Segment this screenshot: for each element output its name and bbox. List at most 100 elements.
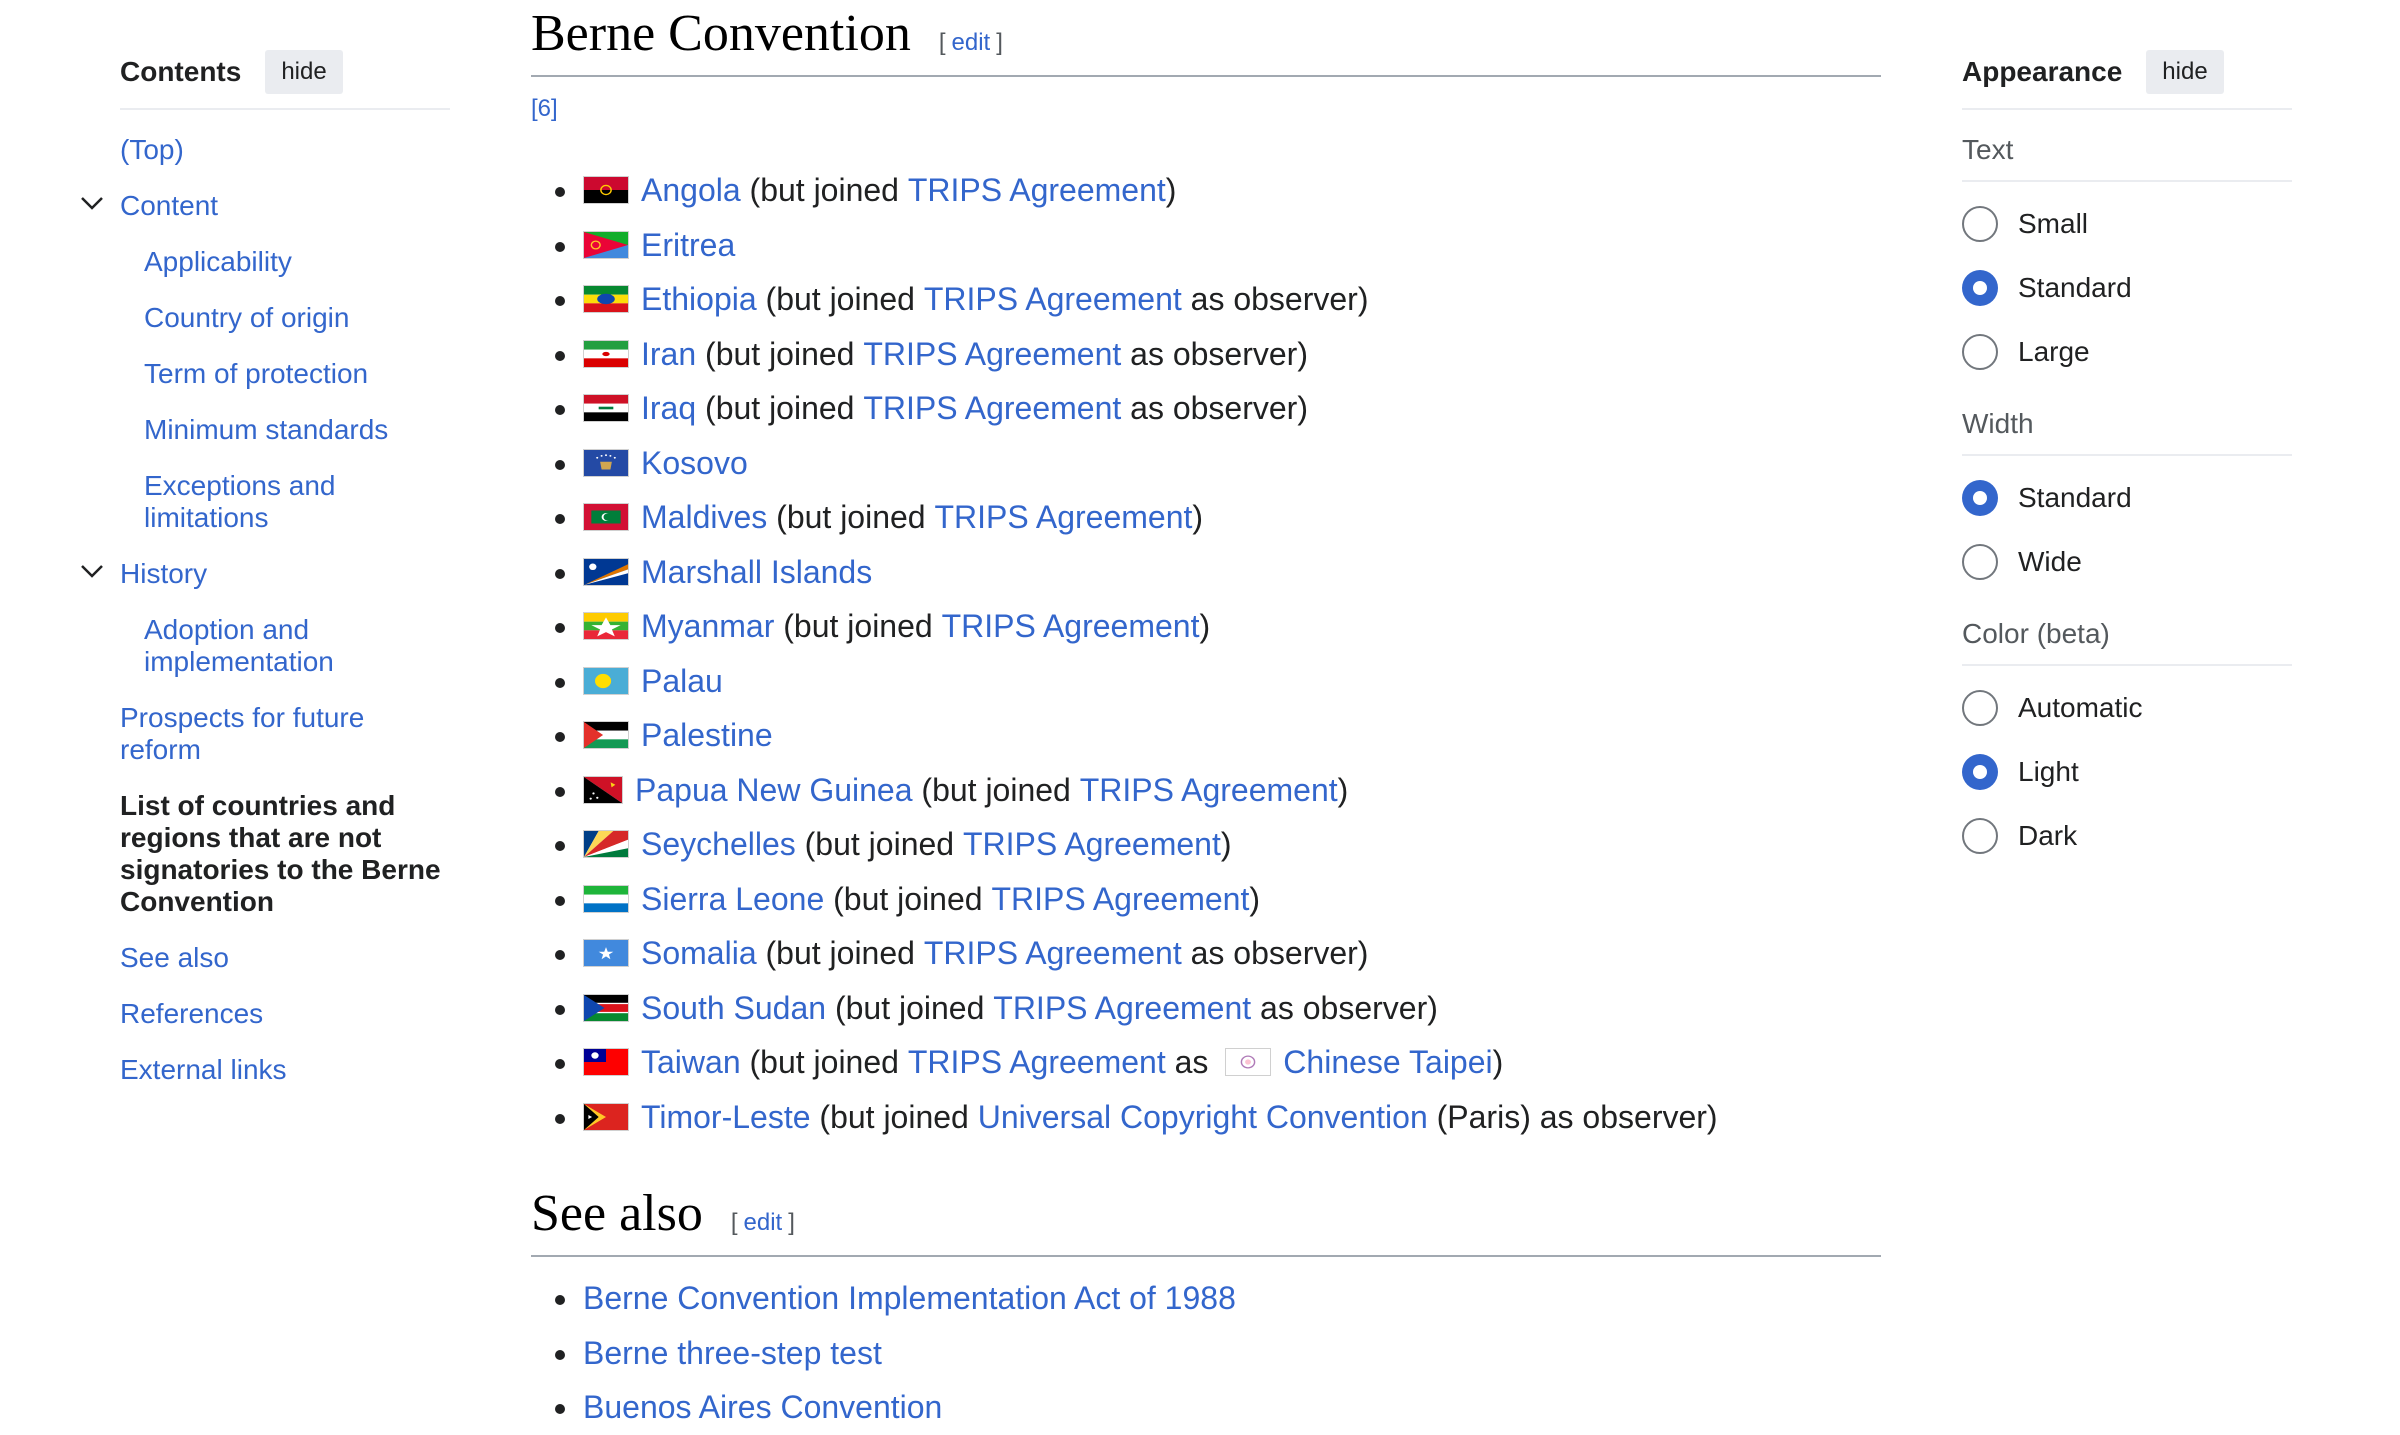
toc-item-references[interactable]: References [120,998,450,1030]
flag-south-sudan-icon [583,993,629,1022]
country-link[interactable]: Palau [641,654,723,709]
radio-icon[interactable] [1962,334,1998,370]
text-size-large-radio[interactable]: Large [1962,320,2292,384]
text-size-standard-radio[interactable]: Standard [1962,256,2292,320]
note-text: (but joined [767,499,935,535]
radio-icon[interactable] [1962,690,1998,726]
country-link[interactable]: Angola [641,163,741,218]
width-wide-radio[interactable]: Wide [1962,530,2292,594]
flag-palestine-icon [583,721,629,750]
country-link[interactable]: Palestine [641,708,773,763]
radio-selected-icon[interactable] [1962,480,1998,516]
country-link[interactable]: Ethiopia [641,272,757,327]
color-dark-radio[interactable]: Dark [1962,804,2292,868]
see-also-link[interactable]: Buenos Aires Convention [583,1380,942,1435]
country-link[interactable]: Papua New Guinea [635,763,913,818]
agreement-link[interactable]: TRIPS Agreement [942,599,1200,654]
note-text: (but joined [696,390,864,426]
agreement-link[interactable]: TRIPS Agreement [963,817,1221,872]
note-text: (but joined [824,880,992,917]
toc-item-minimum-standards[interactable]: Minimum standards [120,414,450,446]
agreement-link[interactable]: TRIPS Agreement [908,163,1166,218]
note-text: (but joined [756,281,924,317]
toc-item-exceptions[interactable]: Exceptions and limitations [120,470,450,534]
color-automatic-radio[interactable]: Automatic [1962,676,2292,740]
agreement-link[interactable]: TRIPS Agreement [991,872,1249,927]
list-item: Ethiopia (but joined TRIPS Agreement as … [531,272,1881,327]
toc-header: Contents hide [120,48,450,110]
radio-selected-icon[interactable] [1962,270,1998,306]
see-also-link[interactable]: Berne Convention Implementation Act of 1… [583,1271,1236,1326]
country-link[interactable]: Somalia [641,926,757,981]
agreement-link[interactable]: TRIPS Agreement [863,381,1121,436]
toc-item-top[interactable]: (Top) [120,134,450,166]
country-link[interactable]: Maldives [641,490,767,545]
agreement-link[interactable]: Universal Copyright Convention [978,1090,1428,1145]
country-link[interactable]: Timor-Leste [641,1090,811,1145]
radio-icon[interactable] [1962,206,1998,242]
flag-angola-icon [583,176,629,205]
agreement-link[interactable]: TRIPS Agreement [1080,763,1338,818]
radio-selected-icon[interactable] [1962,754,1998,790]
radio-label: Dark [2018,820,2078,851]
note-text: as observer) [1251,989,1438,1026]
radio-icon[interactable] [1962,818,1998,854]
bracket-open: [ [730,1209,738,1236]
country-link[interactable]: Eritrea [641,218,735,273]
country-link[interactable]: Kosovo [641,436,748,491]
flag-chinese-taipei-icon [1225,1048,1272,1077]
note-text: ) [1199,608,1211,644]
country-link[interactable]: Myanmar [641,599,774,654]
toc-item-history[interactable]: History [120,558,207,589]
agreement-link[interactable]: TRIPS Agreement [908,1035,1166,1090]
toc-item-applicability[interactable]: Applicability [120,246,450,278]
chevron-down-icon[interactable] [80,560,104,584]
toc-item-prospects[interactable]: Prospects for future reform [120,702,450,766]
list-item: Papua New Guinea (but joined TRIPS Agree… [531,763,1881,818]
flag-iran-icon [583,339,629,368]
agreement-link[interactable]: TRIPS Agreement [993,981,1251,1036]
width-standard-radio[interactable]: Standard [1962,466,2292,530]
flag-ethiopia-icon [583,285,629,314]
agreement-link[interactable]: TRIPS Agreement [924,272,1182,327]
agreement-link[interactable]: TRIPS Agreement [934,490,1192,545]
edit-link[interactable]: edit [744,1209,783,1236]
flag-seychelles-icon [583,830,629,859]
toc-item-content[interactable]: Content [120,190,218,221]
country-link[interactable]: Sierra Leone [641,872,824,927]
flag-papua-new-guinea-icon [583,775,623,804]
color-light-radio[interactable]: Light [1962,740,2292,804]
toc-hide-button[interactable]: hide [265,50,343,94]
appearance-hide-button[interactable]: hide [2146,50,2224,94]
country-link[interactable]: South Sudan [641,981,826,1036]
note-text: ) [1192,499,1204,535]
country-link[interactable]: Iran [641,327,696,382]
list-item: Eritrea [531,218,1881,273]
list-item: Iran (but joined TRIPS Agreement as obse… [531,327,1881,382]
list-item: Somalia (but joined TRIPS Agreement as o… [531,926,1881,981]
flag-sierra-leone-icon [583,884,629,913]
citation-link[interactable]: [6] [531,95,1881,123]
toc-item-external-links[interactable]: External links [120,1054,450,1086]
agreement-link[interactable]: Chinese Taipei [1283,1035,1492,1090]
toc-item-list-of-countries[interactable]: List of countries and regions that are n… [120,790,450,918]
flag-iraq-icon [583,394,629,423]
country-link[interactable]: Iraq [641,381,696,436]
list-item: Iraq (but joined TRIPS Agreement as obse… [531,381,1881,436]
toc-item-see-also[interactable]: See also [120,942,450,974]
country-link[interactable]: Marshall Islands [641,545,872,600]
list-item: Seychelles (but joined TRIPS Agreement) [531,817,1881,872]
chevron-down-icon[interactable] [80,192,104,216]
toc-item-term-of-protection[interactable]: Term of protection [120,358,450,390]
country-link[interactable]: Seychelles [641,817,796,872]
toc-item-country-of-origin[interactable]: Country of origin [120,302,450,334]
agreement-link[interactable]: TRIPS Agreement [863,327,1121,382]
toc-item-adoption[interactable]: Adoption and implementation [120,614,450,678]
edit-link[interactable]: edit [952,29,991,56]
radio-icon[interactable] [1962,544,1998,580]
text-size-small-radio[interactable]: Small [1962,192,2292,256]
radio-label: Wide [2018,546,2082,577]
agreement-link[interactable]: TRIPS Agreement [924,926,1182,981]
see-also-link[interactable]: Berne three-step test [583,1326,882,1381]
country-link[interactable]: Taiwan [641,1035,741,1090]
